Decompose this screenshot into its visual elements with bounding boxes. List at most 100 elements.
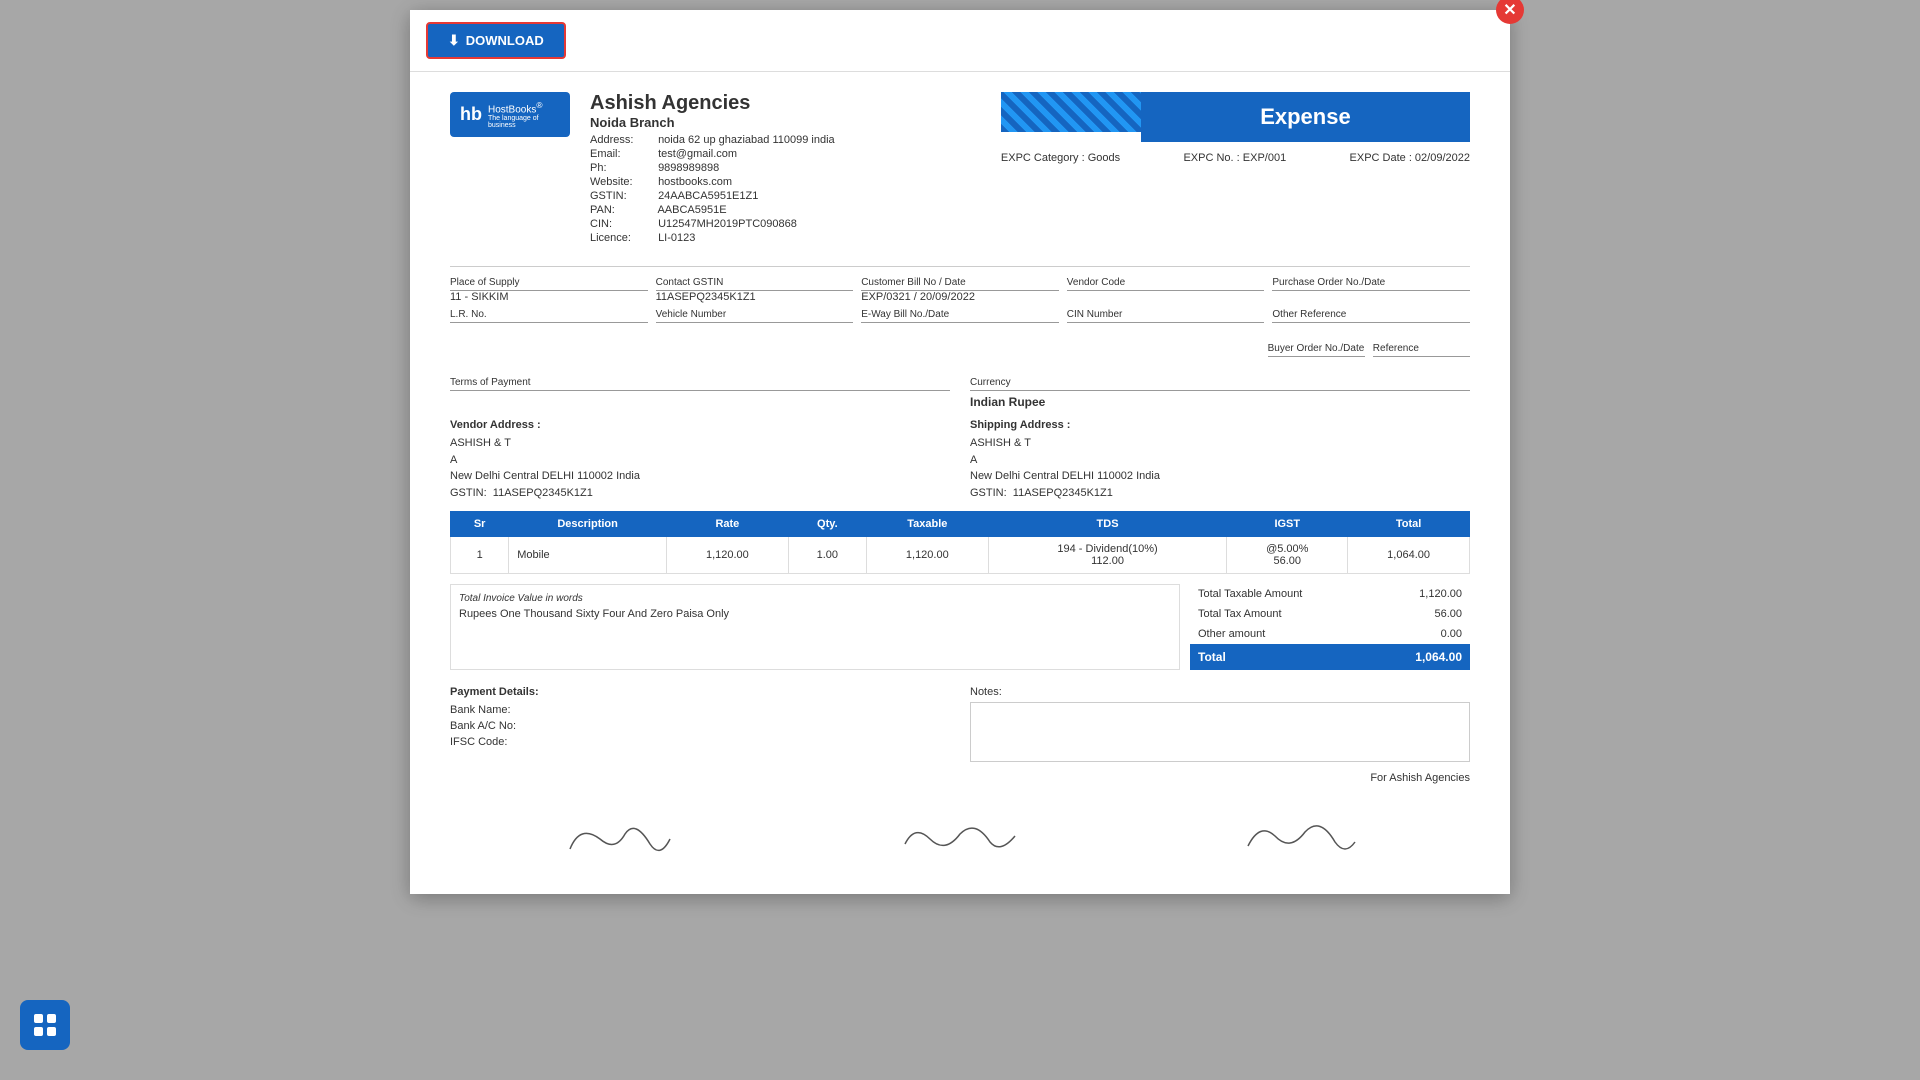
- lr-no-value: [450, 323, 648, 335]
- header-section: hb HostBooks® The language of business A…: [450, 92, 1470, 246]
- grid-cell-1: [34, 1014, 43, 1023]
- terms-value: [450, 391, 950, 403]
- expc-date: EXPC Date : 02/09/2022: [1350, 152, 1470, 164]
- shipping-address-line2: A: [970, 452, 1470, 469]
- logo-text: HostBooks®: [488, 100, 560, 115]
- total-value: 1,064.00: [1415, 650, 1462, 664]
- company-info: Ashish Agencies Noida Branch Address: no…: [590, 92, 981, 246]
- address-row: Address: noida 62 up ghaziabad 110099 in…: [590, 134, 981, 146]
- words-totals-row: Total Invoice Value in words Rupees One …: [450, 584, 1470, 670]
- vendor-address-line2: A: [450, 452, 950, 469]
- vendor-code-label: Vendor Code: [1067, 277, 1265, 291]
- notes-label: Notes:: [970, 686, 1470, 698]
- vendor-address-block: Vendor Address : ASHISH & T A New Delhi …: [450, 419, 950, 501]
- vendor-address-title: Vendor Address :: [450, 419, 950, 431]
- total-row-taxable: Total Taxable Amount 1,120.00: [1190, 584, 1470, 604]
- col-qty: Qty.: [788, 512, 866, 537]
- col-description: Description: [509, 512, 667, 537]
- logo-text-block: HostBooks® The language of business: [488, 100, 560, 129]
- expense-title-box: Expense: [1141, 92, 1470, 142]
- cell-sr: 1: [451, 537, 509, 574]
- contact-gstin-value: 11ASEPQ2345K1Z1: [656, 291, 854, 303]
- eway-bill-label: E-Way Bill No./Date: [861, 309, 1059, 323]
- shipping-address-name: ASHISH & T: [970, 435, 1470, 452]
- currency-label: Currency: [970, 377, 1470, 391]
- terms-currency-section: Terms of Payment Currency Indian Rupee: [450, 377, 1470, 409]
- taxable-label: Total Taxable Amount: [1198, 588, 1302, 600]
- eway-bill-value: [861, 323, 1059, 335]
- vendor-code-col: Vendor Code CIN Number: [1067, 277, 1265, 335]
- payment-details: Payment Details: Bank Name: Bank A/C No:…: [450, 686, 950, 762]
- modal-overlay: ✕ ⬇ DOWNLOAD hb HostBooks® The language …: [0, 0, 1920, 1080]
- licence-row: Licence: LI-0123: [590, 232, 981, 244]
- sidebar-button[interactable]: [20, 1000, 70, 1050]
- signature-1: [520, 814, 720, 864]
- company-name: Ashish Agencies: [590, 92, 981, 115]
- purchase-order-label: Purchase Order No./Date: [1272, 277, 1470, 291]
- shipping-address-title: Shipping Address :: [970, 419, 1470, 431]
- words-title: Total Invoice Value in words: [459, 593, 1171, 604]
- bank-name-field: Bank Name:: [450, 704, 950, 716]
- expc-no: EXPC No. : EXP/001: [1183, 152, 1286, 164]
- close-button[interactable]: ✕: [1496, 0, 1524, 24]
- table-row: 1 Mobile 1,120.00 1.00 1,120.00 194 - Di…: [451, 537, 1470, 574]
- buyer-order-row: Buyer Order No./Date Reference: [450, 343, 1470, 369]
- invoice-body: hb HostBooks® The language of business A…: [410, 72, 1510, 894]
- payment-notes-section: Payment Details: Bank Name: Bank A/C No:…: [450, 686, 1470, 762]
- stripe-bar: [1001, 92, 1141, 132]
- buyer-order-label: Buyer Order No./Date: [1268, 343, 1365, 357]
- col-taxable: Taxable: [866, 512, 988, 537]
- lr-no-label: L.R. No.: [450, 309, 648, 323]
- branch-name: Noida Branch: [590, 115, 981, 130]
- grid-cell-3: [34, 1027, 43, 1036]
- cell-igst: @5.00%56.00: [1227, 537, 1348, 574]
- place-supply-label: Place of Supply: [450, 277, 648, 291]
- col-sr: Sr: [451, 512, 509, 537]
- notes-box: [970, 702, 1470, 762]
- expense-meta: EXPC Category : Goods EXPC No. : EXP/001…: [1001, 152, 1470, 164]
- vehicle-number-value: [656, 323, 854, 335]
- signature-2: [860, 814, 1060, 864]
- place-supply-col: Place of Supply 11 - SIKKIM L.R. No.: [450, 277, 648, 335]
- signature-img-1: [520, 814, 720, 864]
- grid-cell-2: [47, 1014, 56, 1023]
- bank-ac-field: Bank A/C No:: [450, 720, 950, 732]
- email-row: Email: test@gmail.com: [590, 148, 981, 160]
- buyer-order-value: [1268, 357, 1365, 369]
- purchase-order-col: Purchase Order No./Date Other Reference: [1272, 277, 1470, 335]
- signature-img-2: [860, 814, 1060, 864]
- cin-number-value: [1067, 323, 1265, 335]
- shipping-address-block: Shipping Address : ASHISH & T A New Delh…: [970, 419, 1470, 501]
- taxable-value: 1,120.00: [1419, 588, 1462, 600]
- table-header-row: Sr Description Rate Qty. Taxable TDS IGS…: [451, 512, 1470, 537]
- download-icon: ⬇: [448, 32, 460, 49]
- expense-title-row: Expense: [1001, 92, 1470, 142]
- col-total: Total: [1348, 512, 1470, 537]
- total-final-row: Total 1,064.00: [1190, 644, 1470, 670]
- other-label: Other amount: [1198, 628, 1265, 640]
- logo-box: hb HostBooks® The language of business: [450, 92, 570, 137]
- expc-category: EXPC Category : Goods: [1001, 152, 1120, 164]
- vendor-address-name: ASHISH & T: [450, 435, 950, 452]
- logo-hb: hb: [460, 104, 482, 125]
- col-tds: TDS: [988, 512, 1227, 537]
- expense-header: Expense EXPC Category : Goods EXPC No. :…: [1001, 92, 1470, 164]
- col-rate: Rate: [667, 512, 789, 537]
- ifsc-field: IFSC Code:: [450, 736, 950, 748]
- other-value: 0.00: [1441, 628, 1462, 640]
- download-label: DOWNLOAD: [466, 33, 544, 48]
- purchase-order-value: [1272, 291, 1470, 303]
- cin-row: CIN: U12547MH2019PTC090868: [590, 218, 981, 230]
- words-value: Rupees One Thousand Sixty Four And Zero …: [459, 608, 1171, 620]
- reference-col: Reference: [1373, 343, 1470, 369]
- download-button[interactable]: ⬇ DOWNLOAD: [426, 22, 566, 59]
- total-row-tax: Total Tax Amount 56.00: [1190, 604, 1470, 624]
- total-label: Total: [1198, 650, 1226, 664]
- totals-box: Total Taxable Amount 1,120.00 Total Tax …: [1190, 584, 1470, 670]
- vendor-code-value: [1067, 291, 1265, 303]
- shipping-gstin: GSTIN: 11ASEPQ2345K1Z1: [970, 485, 1470, 502]
- shipping-address-city: New Delhi Central DELHI 110002 India: [970, 468, 1470, 485]
- col-igst: IGST: [1227, 512, 1348, 537]
- cin-number-label: CIN Number: [1067, 309, 1265, 323]
- pan-row: PAN: AABCA5951E: [590, 204, 981, 216]
